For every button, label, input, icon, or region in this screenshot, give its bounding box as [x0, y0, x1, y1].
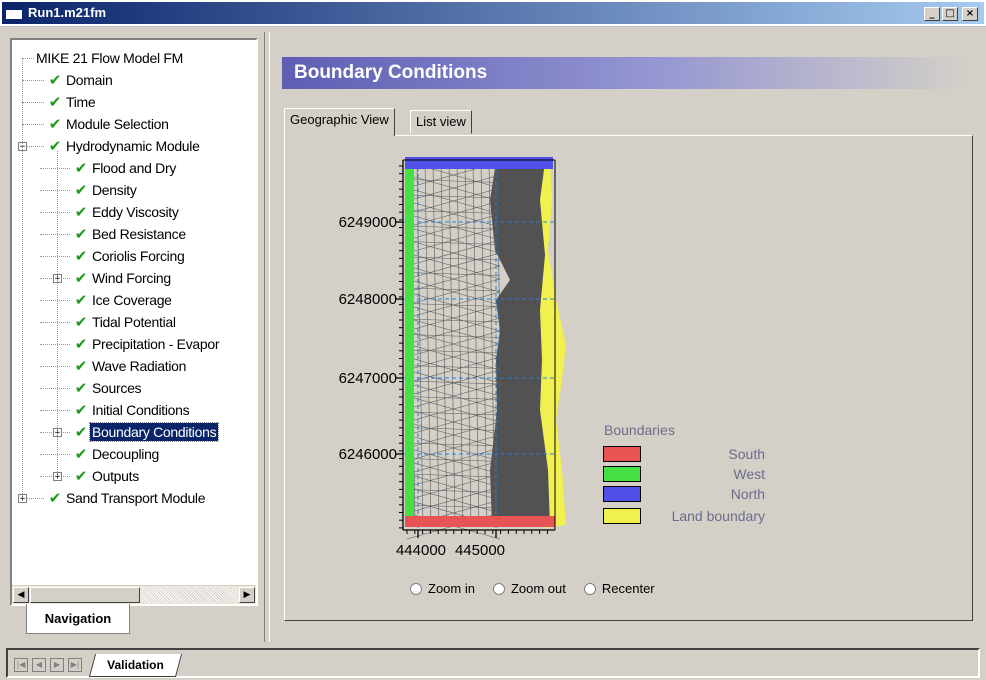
- legend-label-west: West: [733, 466, 765, 482]
- legend-item-land-boundary: Land boundary: [603, 508, 765, 526]
- mesh-line: [406, 179, 501, 183]
- mesh-line: [432, 161, 440, 527]
- mesh-line: [480, 161, 488, 527]
- first-tab-icon[interactable]: |◀: [14, 658, 28, 672]
- mesh-line: [464, 161, 472, 527]
- mesh-map[interactable]: 6249000 6248000 6247000 6246000 444000 445000: [0, 0, 986, 680]
- validation-tab-label: Validation: [107, 658, 164, 672]
- prev-tab-icon[interactable]: ◀: [32, 658, 46, 672]
- legend-item-south: South: [603, 446, 765, 464]
- legend-item-west: West: [603, 466, 765, 484]
- legend-label-south: South: [728, 446, 765, 462]
- legend-swatch-south: [603, 446, 641, 462]
- y-tick-label: 6249000: [339, 214, 397, 231]
- x-tick-label: 444000: [396, 542, 446, 559]
- radio-circle-icon[interactable]: [410, 582, 422, 595]
- mesh-line: [472, 161, 480, 527]
- zoom-in-label: Zoom in: [428, 581, 475, 596]
- tab-geographic-view[interactable]: Geographic View: [284, 108, 395, 136]
- mesh-line: [406, 256, 501, 261]
- status-bar-inner: |◀ ◀ ▶ ▶| Validation: [6, 648, 980, 678]
- recenter-radio[interactable]: Recenter: [583, 581, 655, 596]
- last-tab-icon[interactable]: ▶|: [68, 658, 82, 672]
- legend-swatch-west: [603, 466, 641, 482]
- zoom-controls: Zoom in Zoom out Recenter: [410, 581, 655, 596]
- zoom-out-label: Zoom out: [510, 581, 566, 596]
- zoom-in-radio[interactable]: Zoom in: [410, 581, 475, 596]
- legend-label-north: North: [730, 486, 765, 502]
- tab-validation[interactable]: Validation: [88, 654, 182, 677]
- legend-title: Boundaries: [604, 422, 675, 438]
- mesh-line: [424, 161, 432, 527]
- y-tick-label: 6246000: [339, 446, 397, 463]
- north-boundary: [405, 157, 553, 169]
- mesh-line: [406, 210, 501, 214]
- sparse-mesh: [406, 161, 504, 540]
- legend-item-north: North: [603, 486, 765, 504]
- west-boundary: [405, 163, 414, 518]
- legend-swatch-land-boundary: [603, 508, 641, 524]
- y-tick-label: 6247000: [339, 370, 397, 387]
- status-bar: |◀ ◀ ▶ ▶| Validation: [0, 646, 986, 680]
- zoom-out-radio[interactable]: Zoom out: [492, 581, 566, 596]
- mesh-line: [406, 225, 501, 230]
- recenter-label: Recenter: [601, 581, 655, 596]
- y-tick-label: 6248000: [339, 291, 397, 308]
- legend-label-land-boundary: Land boundary: [671, 508, 765, 524]
- legend-swatch-north: [603, 486, 641, 502]
- mesh-line: [406, 194, 501, 199]
- south-boundary: [405, 516, 555, 527]
- mesh-line: [406, 504, 501, 509]
- x-tick-label: 445000: [455, 542, 505, 559]
- next-tab-icon[interactable]: ▶: [50, 658, 64, 672]
- mesh-line: [406, 318, 501, 323]
- mesh-line: [406, 287, 501, 292]
- radio-circle-icon[interactable]: [583, 582, 596, 595]
- mesh-line: [406, 349, 501, 354]
- radio-circle-icon[interactable]: [492, 582, 505, 595]
